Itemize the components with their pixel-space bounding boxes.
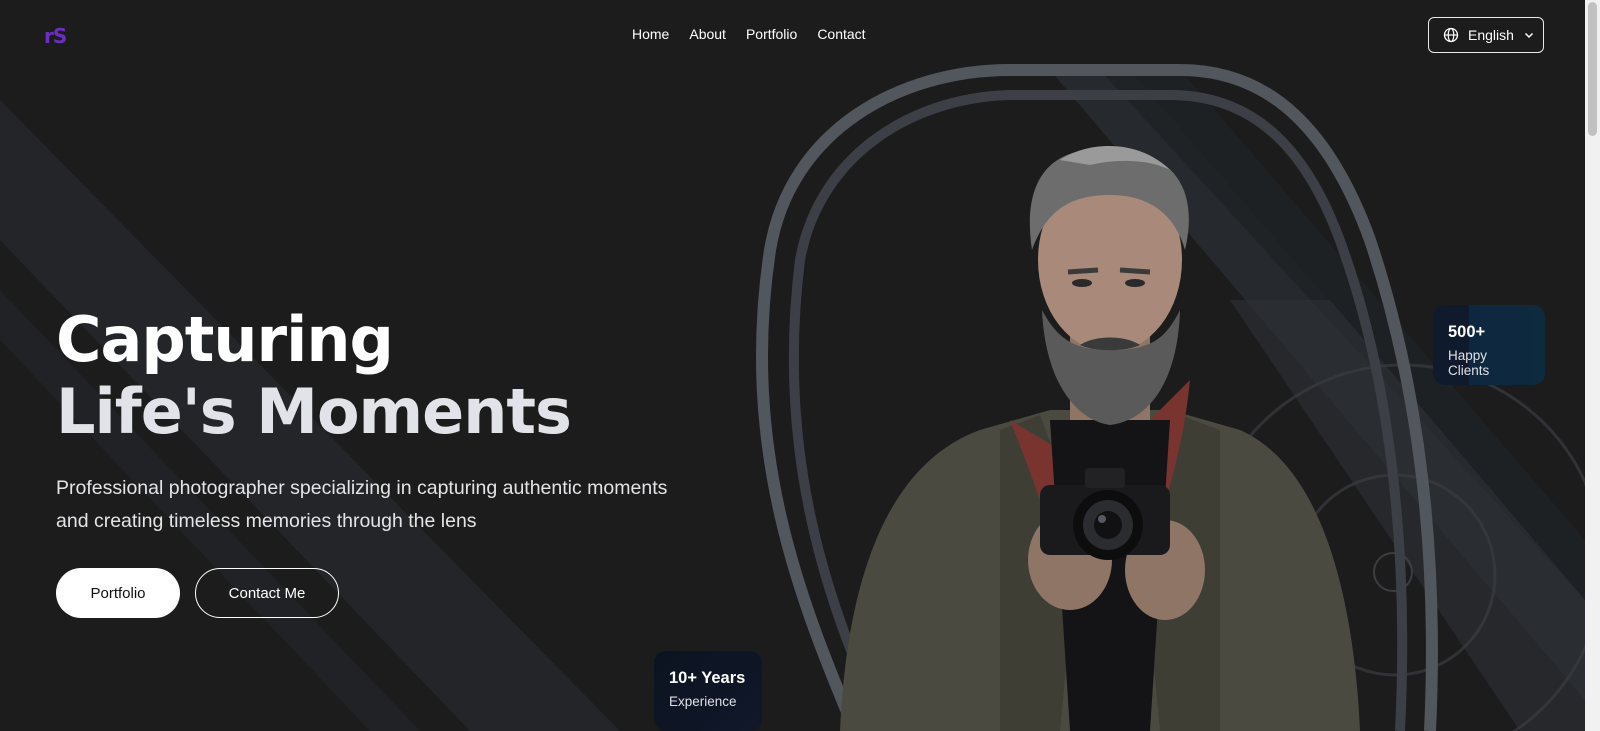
- experience-label: Experience: [669, 694, 737, 709]
- contact-me-button[interactable]: Contact Me: [195, 568, 339, 618]
- main-nav: Home About Portfolio Contact: [632, 26, 866, 42]
- experience-card: 10+ Years Experience: [654, 651, 762, 731]
- globe-icon: [1443, 27, 1459, 43]
- logo[interactable]: rS: [44, 24, 67, 48]
- chevron-down-icon: [1523, 29, 1535, 41]
- page-scrollbar[interactable]: [1585, 0, 1600, 731]
- nav-home[interactable]: Home: [632, 26, 669, 42]
- scrollbar-thumb[interactable]: [1588, 2, 1597, 136]
- experience-value: 10+ Years: [669, 669, 746, 687]
- clients-label: Happy Clients: [1448, 348, 1490, 378]
- nav-about[interactable]: About: [689, 26, 726, 42]
- language-select[interactable]: English: [1428, 17, 1544, 53]
- hero-title: Capturing Life's Moments: [56, 303, 572, 448]
- nav-portfolio[interactable]: Portfolio: [746, 26, 797, 42]
- clients-value: 500+: [1448, 323, 1486, 341]
- nav-contact[interactable]: Contact: [817, 26, 865, 42]
- landing-page: rS Home About Portfolio Contact English …: [0, 0, 1600, 731]
- hero-title-line-2: Life's Moments: [56, 375, 572, 448]
- portfolio-button[interactable]: Portfolio: [56, 568, 180, 618]
- clients-card: 500+ Happy Clients: [1433, 305, 1545, 385]
- language-label: English: [1468, 27, 1514, 43]
- hero-subtitle: Professional photographer specializing i…: [56, 477, 668, 532]
- hero-title-line-1: Capturing: [56, 303, 394, 376]
